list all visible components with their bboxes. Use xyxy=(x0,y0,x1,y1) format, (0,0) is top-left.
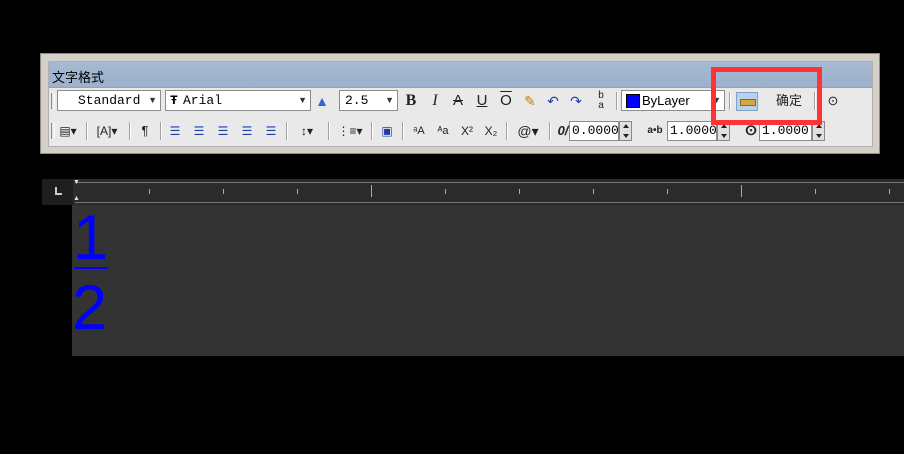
align-center-icon[interactable]: ☰ xyxy=(190,121,208,141)
color-select[interactable]: ByLayer ▼ xyxy=(621,90,725,111)
italic-button[interactable]: I xyxy=(426,91,444,111)
highlight-box xyxy=(711,67,822,125)
paragraph-icon[interactable]: ¶ xyxy=(136,121,154,141)
fraction-numerator: 1 xyxy=(73,203,109,273)
undo-icon[interactable]: ↶ xyxy=(545,91,561,111)
match-format-icon[interactable]: ✎ xyxy=(520,91,540,111)
underline-button[interactable]: U xyxy=(473,91,491,111)
width-value: 1.0000 xyxy=(762,123,809,138)
tab-stop-selector[interactable] xyxy=(42,179,73,205)
justify-icon[interactable]: ☰ xyxy=(238,121,256,141)
ruler-tick xyxy=(297,189,298,194)
oblique-spinner[interactable] xyxy=(619,121,632,141)
redo-icon[interactable]: ↷ xyxy=(568,91,584,111)
ruler-tick xyxy=(889,189,890,194)
chevron-down-icon: ▼ xyxy=(385,95,394,105)
tracking-icon: a•b xyxy=(647,125,663,136)
bold-button[interactable]: B xyxy=(402,91,420,111)
subscript-button[interactable]: X₂ xyxy=(481,121,501,141)
oblique-value: 0.0000 xyxy=(572,123,619,138)
tab-left-icon-base xyxy=(55,193,62,195)
chevron-down-icon: ▼ xyxy=(148,95,157,105)
ruler-tick xyxy=(593,189,594,194)
symbol-button[interactable]: @▾ xyxy=(512,121,544,141)
chevron-down-icon: ▼ xyxy=(298,95,307,105)
separator xyxy=(402,122,404,140)
lowercase-icon[interactable]: ᴬa xyxy=(433,121,453,141)
ruler-tick xyxy=(223,189,224,194)
separator xyxy=(506,122,508,140)
symbol-label: @ xyxy=(517,123,532,139)
stack-icon[interactable]: ba xyxy=(591,91,611,111)
distribute-icon[interactable]: ☰ xyxy=(262,121,280,141)
separator xyxy=(616,92,618,110)
text-ruler[interactable]: ▼ ▲ xyxy=(42,179,904,205)
font-value: Arial xyxy=(183,93,223,108)
separator xyxy=(549,122,551,140)
truetype-icon: Ŧ xyxy=(170,93,178,108)
font-select[interactable]: Ŧ Arial ▼ xyxy=(165,90,311,111)
tracking-value: 1.0000 xyxy=(670,123,717,138)
text-editor-area[interactable]: 1 2 xyxy=(72,205,904,356)
separator xyxy=(328,122,330,140)
ruler-tick xyxy=(741,185,742,197)
numbering-icon[interactable]: ⋮≡▾ xyxy=(335,121,365,141)
ruler-tick xyxy=(445,189,446,194)
strikethrough-button[interactable]: A xyxy=(449,91,467,111)
ruler-tick xyxy=(371,185,372,197)
ruler-tick xyxy=(149,189,150,194)
ruler-tick xyxy=(667,189,668,194)
insert-field-icon[interactable]: ▣ xyxy=(378,121,396,141)
superscript-button[interactable]: X² xyxy=(457,121,477,141)
ruler-tick xyxy=(815,189,816,194)
justification-icon[interactable]: [A]▾ xyxy=(92,121,122,141)
separator xyxy=(371,122,373,140)
oblique-angle-input[interactable]: 0.0000 xyxy=(569,121,619,141)
indent-marker-icon[interactable]: ▲ xyxy=(73,195,80,202)
height-value: 2.5 xyxy=(345,93,369,108)
align-left-icon[interactable]: ☰ xyxy=(166,121,184,141)
uppercase-icon[interactable]: ᵃA xyxy=(409,121,429,141)
separator xyxy=(129,122,131,140)
row-grip[interactable] xyxy=(51,93,55,109)
ruler-tick xyxy=(519,189,520,194)
separator xyxy=(86,122,88,140)
indent-marker-icon[interactable]: ▼ xyxy=(73,179,80,186)
fraction-denominator: 2 xyxy=(72,273,108,343)
columns-icon[interactable]: ▤▾ xyxy=(54,121,82,141)
options-icon[interactable]: ⊙ xyxy=(824,91,842,111)
separator xyxy=(286,122,288,140)
line-spacing-icon[interactable]: ↕▾ xyxy=(292,121,322,141)
overline-button[interactable]: O xyxy=(497,91,515,111)
fraction-bar xyxy=(74,267,108,269)
text-height-select[interactable]: 2.5 ▼ xyxy=(339,90,398,111)
align-right-icon[interactable]: ☰ xyxy=(214,121,232,141)
separator xyxy=(160,122,162,140)
style-select[interactable]: Standard ▼ xyxy=(57,90,161,111)
ruler-strip[interactable]: ▼ ▲ xyxy=(73,179,904,203)
tracking-input[interactable]: 1.0000 xyxy=(667,121,717,141)
style-value: Standard xyxy=(78,93,141,108)
annotative-icon[interactable]: ▲ xyxy=(313,91,331,111)
color-value: ByLayer xyxy=(642,93,690,108)
color-swatch-icon xyxy=(626,94,640,108)
toolbar-title: 文字格式 xyxy=(52,70,105,85)
